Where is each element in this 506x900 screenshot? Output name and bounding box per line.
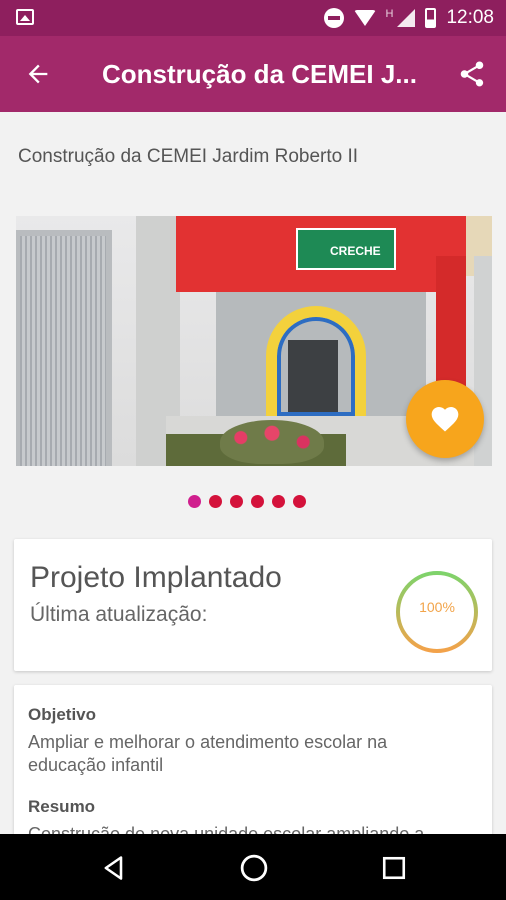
content-area[interactable]: Construção da CEMEI Jardim Roberto II CR… — [0, 112, 506, 834]
pagination-dot[interactable] — [188, 495, 201, 508]
nav-back-button[interactable] — [98, 852, 130, 884]
gallery-pagination — [188, 495, 306, 508]
battery-icon — [425, 8, 437, 28]
favorite-button[interactable] — [406, 380, 484, 458]
network-type-label: H — [385, 8, 394, 20]
heart-icon — [431, 407, 459, 432]
objective-label: Objetivo — [28, 705, 97, 724]
pagination-dot[interactable] — [251, 495, 264, 508]
arrow-left-icon — [28, 64, 48, 84]
do-not-disturb-icon — [323, 8, 344, 28]
last-updated-label: Última atualização: — [30, 603, 208, 626]
app-bar: Construção da CEMEI J... — [0, 36, 506, 112]
page-title: Construção da CEMEI Jardim Roberto II — [18, 146, 359, 167]
summary-text: Construção de nova unidade escolar ampli… — [28, 824, 425, 834]
pagination-dot[interactable] — [230, 495, 243, 508]
info-card: Objetivo Ampliar e melhorar o atendiment… — [14, 685, 492, 834]
share-button[interactable] — [452, 56, 492, 92]
creche-sign-text: CRECHE — [330, 244, 381, 258]
status-bar: H 12:08 — [0, 0, 506, 36]
app-title: Construção da CEMEI J... — [102, 59, 417, 89]
navigation-bar — [0, 834, 506, 900]
balloon-arch — [266, 306, 366, 416]
back-button[interactable] — [18, 56, 58, 92]
flower-bed — [220, 420, 324, 464]
pagination-dot[interactable] — [293, 495, 306, 508]
summary-label: Resumo — [28, 797, 96, 816]
image-icon — [16, 9, 34, 25]
signal-icon — [397, 9, 416, 27]
status-card: Projeto Implantado Última atualização: 1… — [14, 539, 492, 671]
objective-text: Ampliar e melhorar o atendimento escolar… — [28, 732, 388, 775]
nav-home-icon — [240, 854, 268, 882]
nav-recents-icon — [382, 856, 406, 880]
status-icons: H 12:08 — [323, 6, 494, 30]
progress-percentage: 100% — [419, 599, 455, 615]
clock: 12:08 — [446, 7, 494, 28]
pagination-dot[interactable] — [209, 495, 222, 508]
status-title: Projeto Implantado — [30, 561, 282, 594]
wifi-icon — [353, 10, 376, 26]
pagination-dot[interactable] — [272, 495, 285, 508]
nav-recents-button[interactable] — [378, 852, 410, 884]
nav-back-icon — [104, 856, 123, 880]
nav-home-button[interactable] — [238, 852, 270, 884]
share-icon — [460, 61, 484, 87]
